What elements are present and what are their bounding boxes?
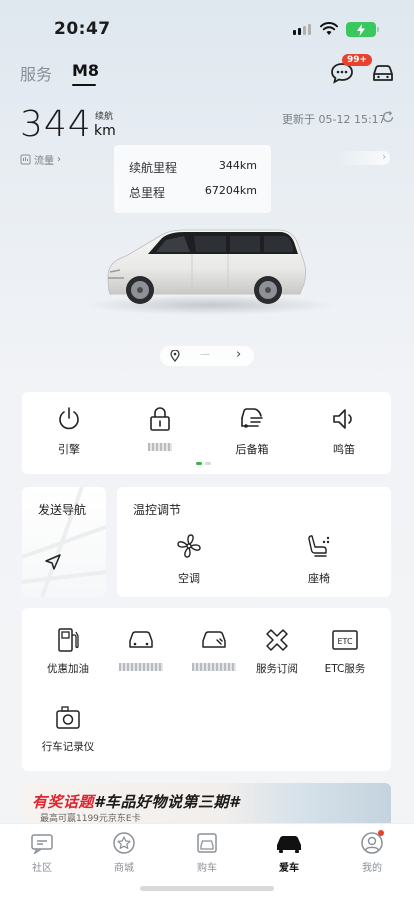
message-count-badge: 99+	[342, 54, 373, 66]
mall-icon	[113, 832, 135, 854]
navigation-arrow-icon	[45, 554, 61, 570]
power-icon	[59, 407, 79, 430]
tab-profile[interactable]: 我的	[342, 830, 402, 874]
active-tab-underline	[72, 84, 96, 86]
traffic-label: 流量	[34, 156, 54, 167]
chevron-right-icon: ›	[57, 154, 61, 165]
battery-charging-icon	[346, 22, 379, 37]
car-service-icon	[129, 631, 153, 648]
subscription-label: 服务订阅	[256, 663, 298, 675]
services-card: 优惠加油 服务订阅 ETC ETC服务 行车记录仪	[22, 608, 391, 771]
vehicle-locator-pill[interactable]: — ›	[160, 346, 254, 366]
car-maintenance-button[interactable]	[179, 626, 249, 674]
tab-community-label: 社区	[32, 863, 52, 874]
tab-my-car[interactable]: 爱车	[259, 830, 319, 874]
dashcam-button[interactable]: 行车记录仪	[33, 704, 103, 754]
fan-icon	[177, 534, 201, 558]
climate-title: 温控调节	[133, 503, 182, 517]
mileage-card: 续航里程 344km 总里程 67204km	[114, 145, 271, 213]
trunk-icon	[241, 408, 263, 428]
lock-control-button[interactable]	[120, 404, 200, 454]
tab-community[interactable]: 社区	[12, 830, 72, 874]
status-bar: 20:47	[0, 0, 414, 58]
promo-banner[interactable]: 有奖话题#车品好物说第三期# 最高可赢1199元京东E卡	[22, 783, 391, 823]
tab-buy-car[interactable]: 购车	[177, 830, 237, 874]
range-unit: km	[94, 123, 116, 139]
engine-label: 引擎	[58, 443, 80, 456]
range-label: 续航里程	[129, 161, 178, 175]
vehicle-image	[107, 229, 306, 304]
odometer-value: 67204km	[204, 184, 257, 197]
banner-title: 有奖话题#车品好物说第三期#	[32, 791, 240, 812]
cellular-signal-icon	[293, 24, 311, 35]
fuel-discount-button[interactable]: 优惠加油	[33, 626, 103, 676]
traffic-link[interactable]: 流量 ›	[20, 152, 61, 167]
range-caption: 续航	[95, 112, 114, 122]
car-switch-icon[interactable]	[371, 63, 395, 83]
community-icon	[31, 834, 53, 854]
status-time: 20:47	[54, 19, 111, 39]
range-value: 344	[20, 104, 92, 145]
climate-control-card: 温控调节 空调 座椅	[117, 487, 391, 597]
subscription-button[interactable]: 服务订阅	[242, 626, 312, 676]
car-service-button[interactable]	[106, 626, 176, 674]
lock-icon	[150, 407, 170, 431]
range-display: 344 续航 km	[20, 104, 220, 146]
air-conditioning-button[interactable]: 空调	[159, 533, 219, 586]
subscription-icon	[266, 629, 288, 651]
dashcam-icon	[56, 706, 80, 729]
engine-control-button[interactable]: 引擎	[29, 404, 109, 457]
home-indicator[interactable]	[140, 886, 274, 891]
send-navigation-title: 发送导航	[38, 503, 87, 517]
fuel-discount-label: 优惠加油	[47, 663, 89, 675]
chevron-right-icon[interactable]: ›	[382, 150, 386, 163]
top-navigation: 服务 M8 99+	[0, 54, 414, 88]
lock-label	[148, 443, 172, 451]
trunk-label: 后备箱	[235, 443, 269, 456]
buy-car-icon	[197, 833, 217, 853]
tab-vehicle-m8[interactable]: M8	[72, 61, 99, 80]
horn-label: 鸣笛	[333, 443, 355, 456]
air-conditioning-label: 空调	[178, 572, 200, 585]
tab-my-car-label: 爱车	[279, 863, 299, 874]
car-maintenance-icon	[202, 631, 226, 648]
banner-subtitle: 最高可赢1199元京东E卡	[40, 814, 141, 823]
seat-icon	[308, 535, 330, 557]
controls-page-indicator	[196, 462, 211, 465]
horn-icon	[333, 409, 352, 429]
tab-service[interactable]: 服务	[20, 61, 52, 85]
range-km-value: 344km	[218, 159, 257, 172]
banner-title-highlight: 有奖话题	[32, 793, 95, 811]
fuel-icon	[58, 628, 79, 652]
my-car-icon	[277, 836, 301, 853]
car-maintenance-label	[192, 663, 236, 671]
horn-control-button[interactable]: 鸣笛	[304, 404, 384, 457]
profile-notification-dot	[378, 830, 384, 836]
etc-icon: ETC	[332, 630, 358, 650]
tab-profile-label: 我的	[362, 863, 382, 874]
update-time: 更新于 05-12 15:17	[282, 113, 386, 126]
car-service-label	[119, 663, 163, 671]
tab-mall[interactable]: 商城	[94, 830, 154, 874]
trunk-control-button[interactable]: 后备箱	[212, 404, 292, 457]
svg-text:ETC: ETC	[337, 637, 352, 646]
odometer-label: 总里程	[129, 186, 166, 200]
etc-service-button[interactable]: ETC ETC服务	[310, 626, 380, 676]
tab-mall-label: 商城	[114, 863, 134, 874]
data-traffic-icon	[20, 154, 31, 165]
tab-buy-car-label: 购车	[197, 863, 217, 874]
refresh-icon[interactable]	[381, 110, 395, 124]
location-pin-icon	[170, 350, 180, 362]
seat-label: 座椅	[308, 572, 330, 585]
dashcam-label: 行车记录仪	[41, 741, 95, 753]
etc-service-label: ETC服务	[324, 663, 366, 675]
locator-label: —	[200, 349, 210, 360]
chevron-right-icon: ›	[236, 347, 242, 362]
page-dot	[205, 462, 211, 465]
page-dot-active	[196, 462, 202, 465]
seat-button[interactable]: 座椅	[289, 533, 349, 586]
send-navigation-card[interactable]: 发送导航	[22, 487, 106, 597]
banner-title-rest: #车品好物说第三期#	[94, 793, 240, 811]
wifi-icon	[320, 22, 338, 35]
